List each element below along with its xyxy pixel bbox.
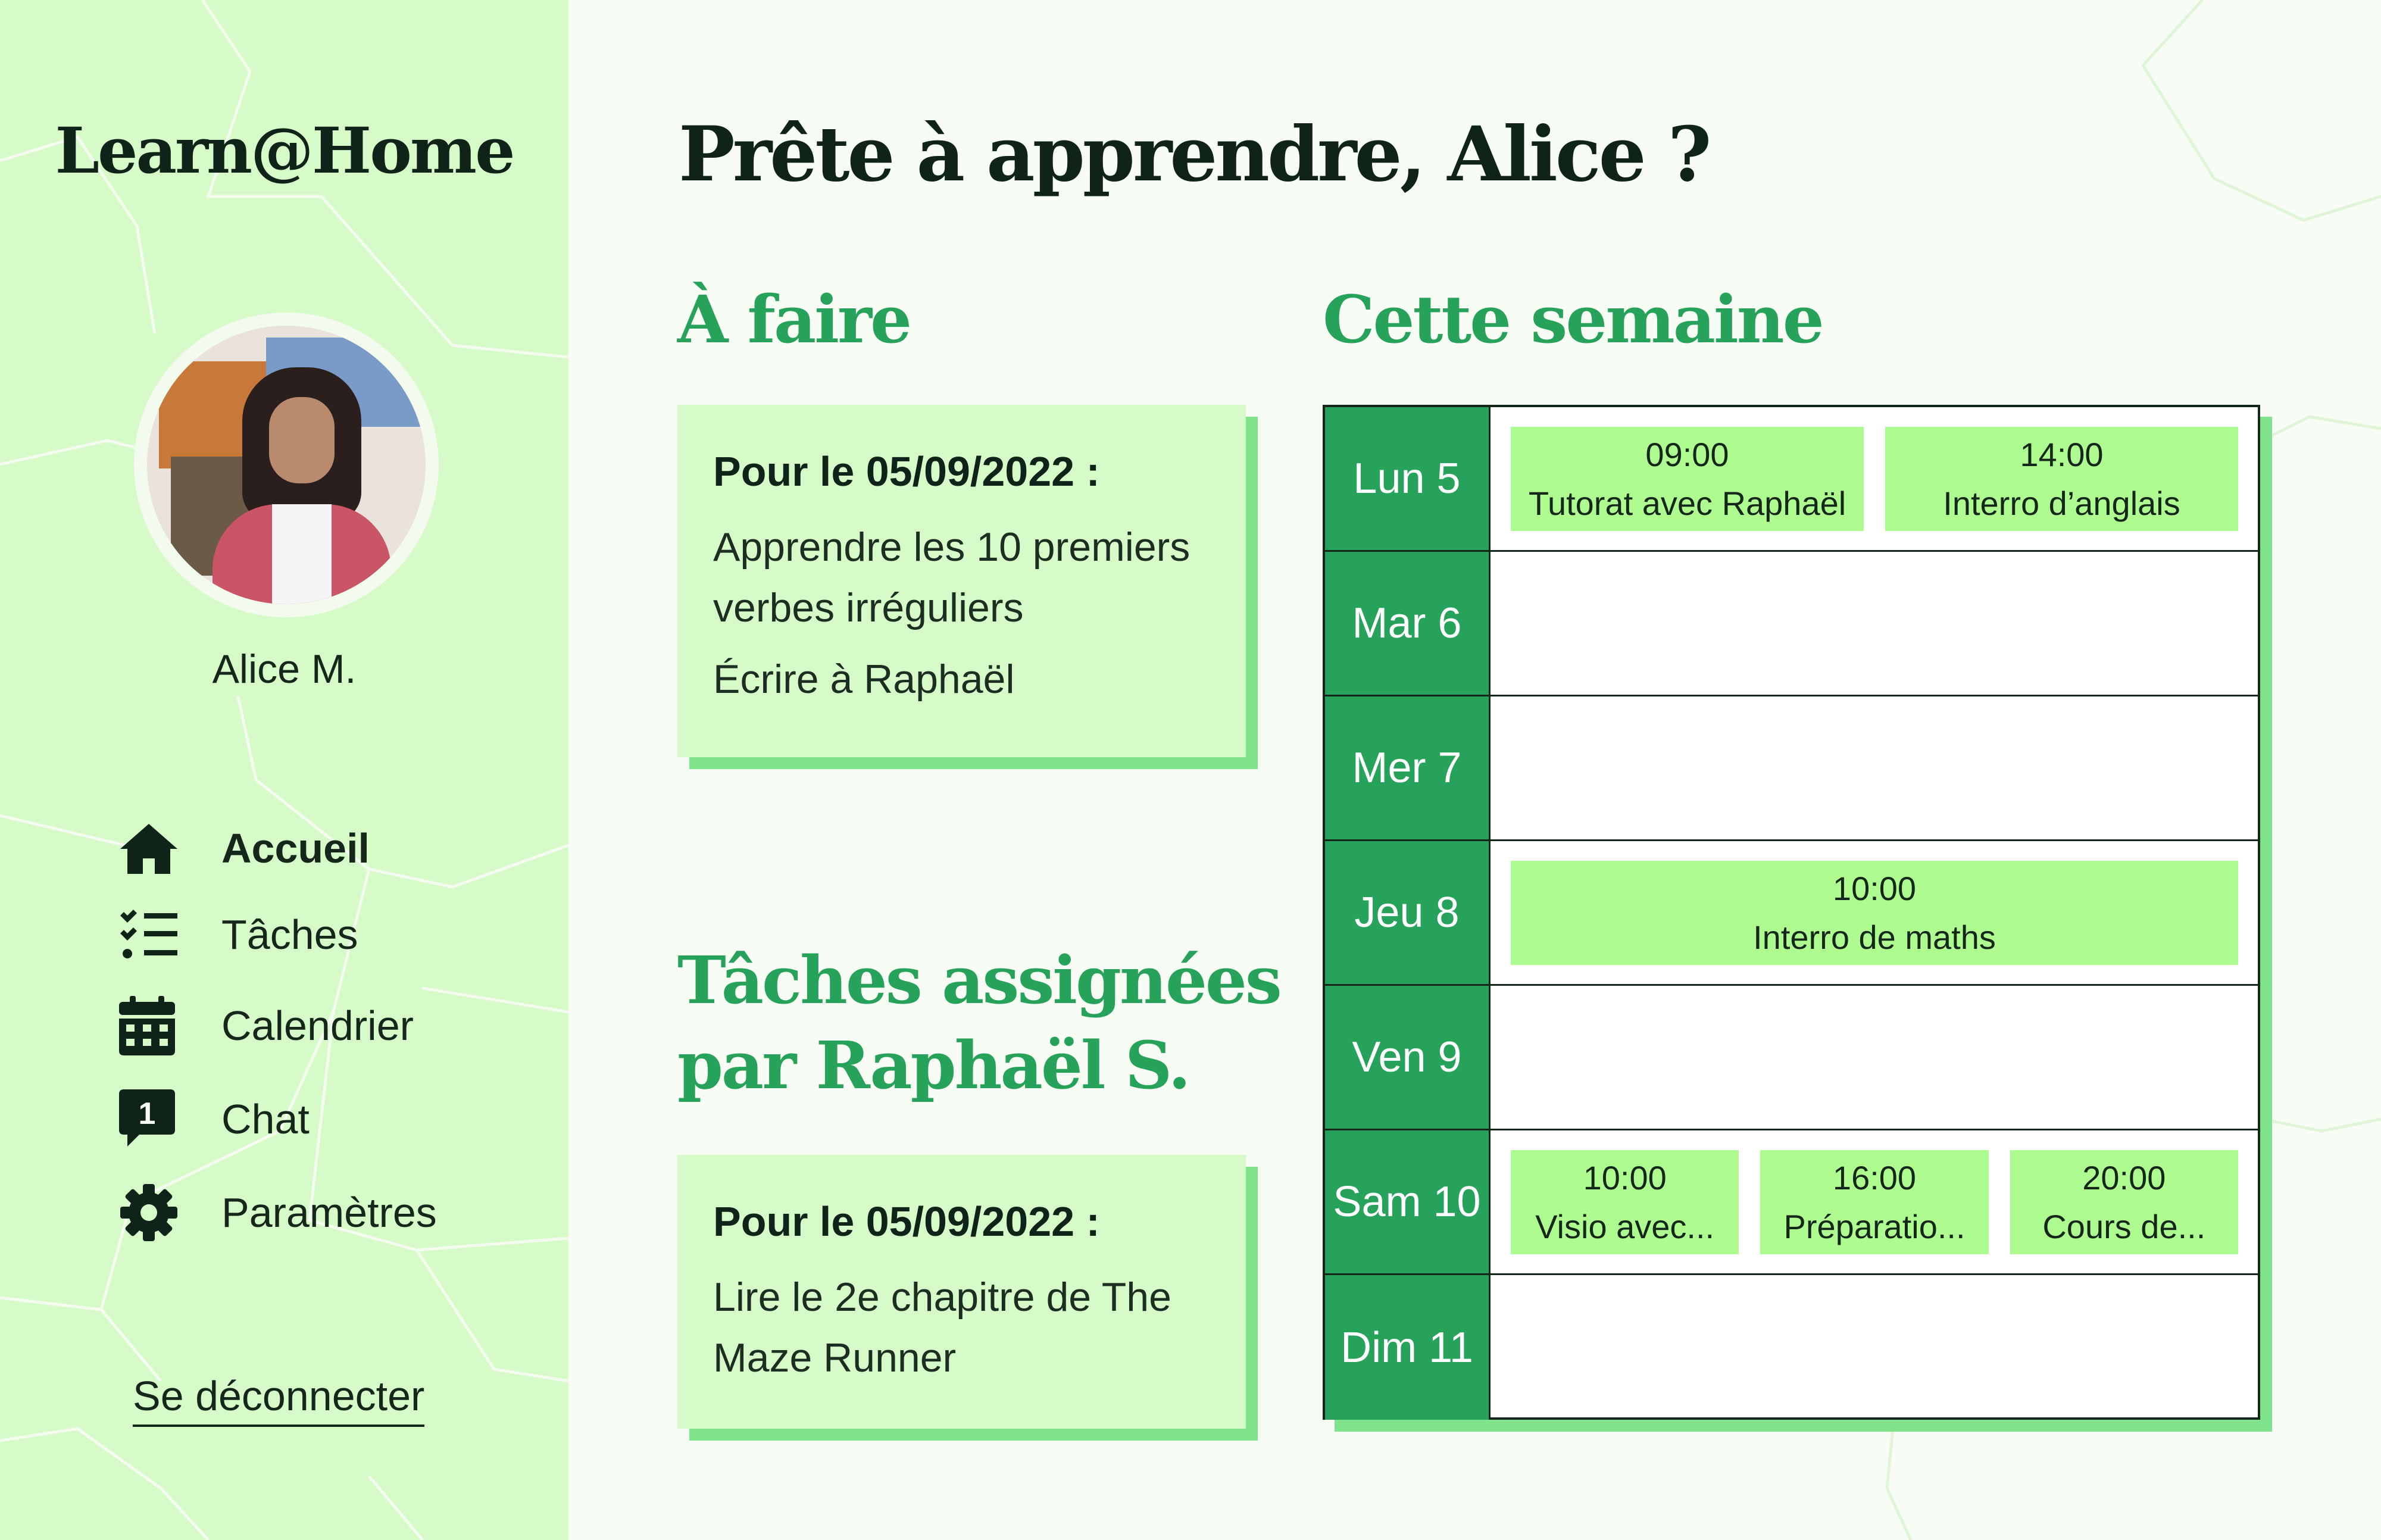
event-time: 09:00	[1645, 436, 1729, 474]
nav-item-chat[interactable]: 1 Chat	[119, 1086, 476, 1152]
week-calendar: Lun 5 09:00 Tutorat avec Raphaël 14:00 I…	[1323, 405, 2260, 1420]
nav-label: Tâches	[221, 911, 358, 958]
calendar-event[interactable]: 16:00 Préparatio...	[1760, 1150, 1989, 1254]
chat-icon: 1	[119, 1086, 185, 1152]
day-label: Lun 5	[1325, 407, 1491, 550]
page-title: Prête à apprendre, Alice ?	[679, 110, 1711, 198]
event-time: 10:00	[1832, 870, 1917, 908]
nav-label: Calendrier	[221, 1002, 414, 1049]
event-time: 10:00	[1583, 1159, 1667, 1197]
calendar-event[interactable]: 14:00 Interro d’anglais	[1885, 427, 2238, 531]
calendar-row: Ven 9	[1325, 986, 2258, 1130]
event-title: Préparatio...	[1783, 1207, 1966, 1245]
calendar-event[interactable]: 09:00 Tutorat avec Raphaël	[1511, 427, 1864, 531]
calendar-row: Dim 11	[1325, 1275, 2258, 1420]
nav-label: Accueil	[221, 825, 370, 871]
gear-icon	[119, 1180, 185, 1245]
calendar-row: Jeu 8 10:00 Interro de maths	[1325, 841, 2258, 986]
todo-title: À faire	[677, 281, 912, 358]
todo-due-date: Pour le 05/09/2022 :	[713, 448, 1100, 495]
calendar-row: Lun 5 09:00 Tutorat avec Raphaël 14:00 I…	[1325, 407, 2258, 552]
calendar-event[interactable]: 10:00 Interro de maths	[1511, 861, 2238, 965]
day-label: Mar 6	[1325, 552, 1491, 695]
chat-badge: 1	[139, 1097, 156, 1131]
todo-task[interactable]: Écrire à Raphaël	[713, 649, 1210, 710]
nav-label: Chat	[221, 1096, 310, 1142]
week-title: Cette semaine	[1323, 281, 1824, 358]
nav-item-calendrier[interactable]: Calendrier	[119, 993, 476, 1058]
assigned-title: Tâches assignées par Raphaël S.	[677, 938, 1282, 1108]
assigned-title-line1: Tâches assignées	[677, 942, 1282, 1019]
sidebar: Learn@Home Alice M. Accueil Tâches Calen…	[0, 0, 568, 1540]
event-title: Interro d’anglais	[1943, 484, 2180, 522]
event-title: Visio avec...	[1535, 1207, 1715, 1245]
nav-item-accueil[interactable]: Accueil	[119, 816, 476, 881]
todo-card[interactable]: Pour le 05/09/2022 : Apprendre les 10 pr…	[677, 405, 1246, 757]
home-icon	[119, 816, 185, 881]
avatar-photo	[147, 326, 426, 604]
assigned-card[interactable]: Pour le 05/09/2022 : Lire le 2e chapitre…	[677, 1155, 1246, 1429]
day-label: Mer 7	[1325, 696, 1491, 839]
day-label: Dim 11	[1325, 1275, 1491, 1420]
event-time: 20:00	[2082, 1159, 2166, 1197]
nav-item-parametres[interactable]: Paramètres	[119, 1180, 476, 1245]
assigned-task[interactable]: Lire le 2e chapitre de The Maze Runner	[713, 1267, 1210, 1388]
assigned-due-date: Pour le 05/09/2022 :	[713, 1198, 1100, 1245]
sidebar-pattern	[0, 0, 568, 1540]
day-label: Ven 9	[1325, 986, 1491, 1129]
calendar-row: Mar 6	[1325, 552, 2258, 696]
event-title: Interro de maths	[1753, 918, 1996, 956]
calendar-event[interactable]: 10:00 Visio avec...	[1511, 1150, 1739, 1254]
event-time: 16:00	[1832, 1159, 1917, 1197]
day-label: Jeu 8	[1325, 841, 1491, 984]
calendar-row: Sam 10 10:00 Visio avec... 16:00 Prépara…	[1325, 1130, 2258, 1275]
calendar-icon	[119, 993, 185, 1058]
avatar[interactable]	[134, 313, 439, 617]
calendar-event[interactable]: 20:00 Cours de...	[2010, 1150, 2238, 1254]
app-logo[interactable]: Learn@Home	[0, 113, 568, 188]
user-name: Alice M.	[212, 646, 357, 692]
checklist-icon	[119, 902, 185, 967]
event-title: Cours de...	[2042, 1207, 2206, 1245]
todo-task[interactable]: Apprendre les 10 premiers verbes irrégul…	[713, 517, 1210, 638]
nav-label: Paramètres	[221, 1189, 437, 1236]
calendar-row: Mer 7	[1325, 696, 2258, 841]
day-label: Sam 10	[1325, 1130, 1491, 1273]
nav-item-taches[interactable]: Tâches	[119, 902, 476, 967]
assigned-title-line2: par Raphaël S.	[677, 1027, 1191, 1104]
event-time: 14:00	[2020, 436, 2104, 474]
logout-link[interactable]: Se déconnecter	[133, 1372, 425, 1427]
event-title: Tutorat avec Raphaël	[1528, 484, 1846, 522]
